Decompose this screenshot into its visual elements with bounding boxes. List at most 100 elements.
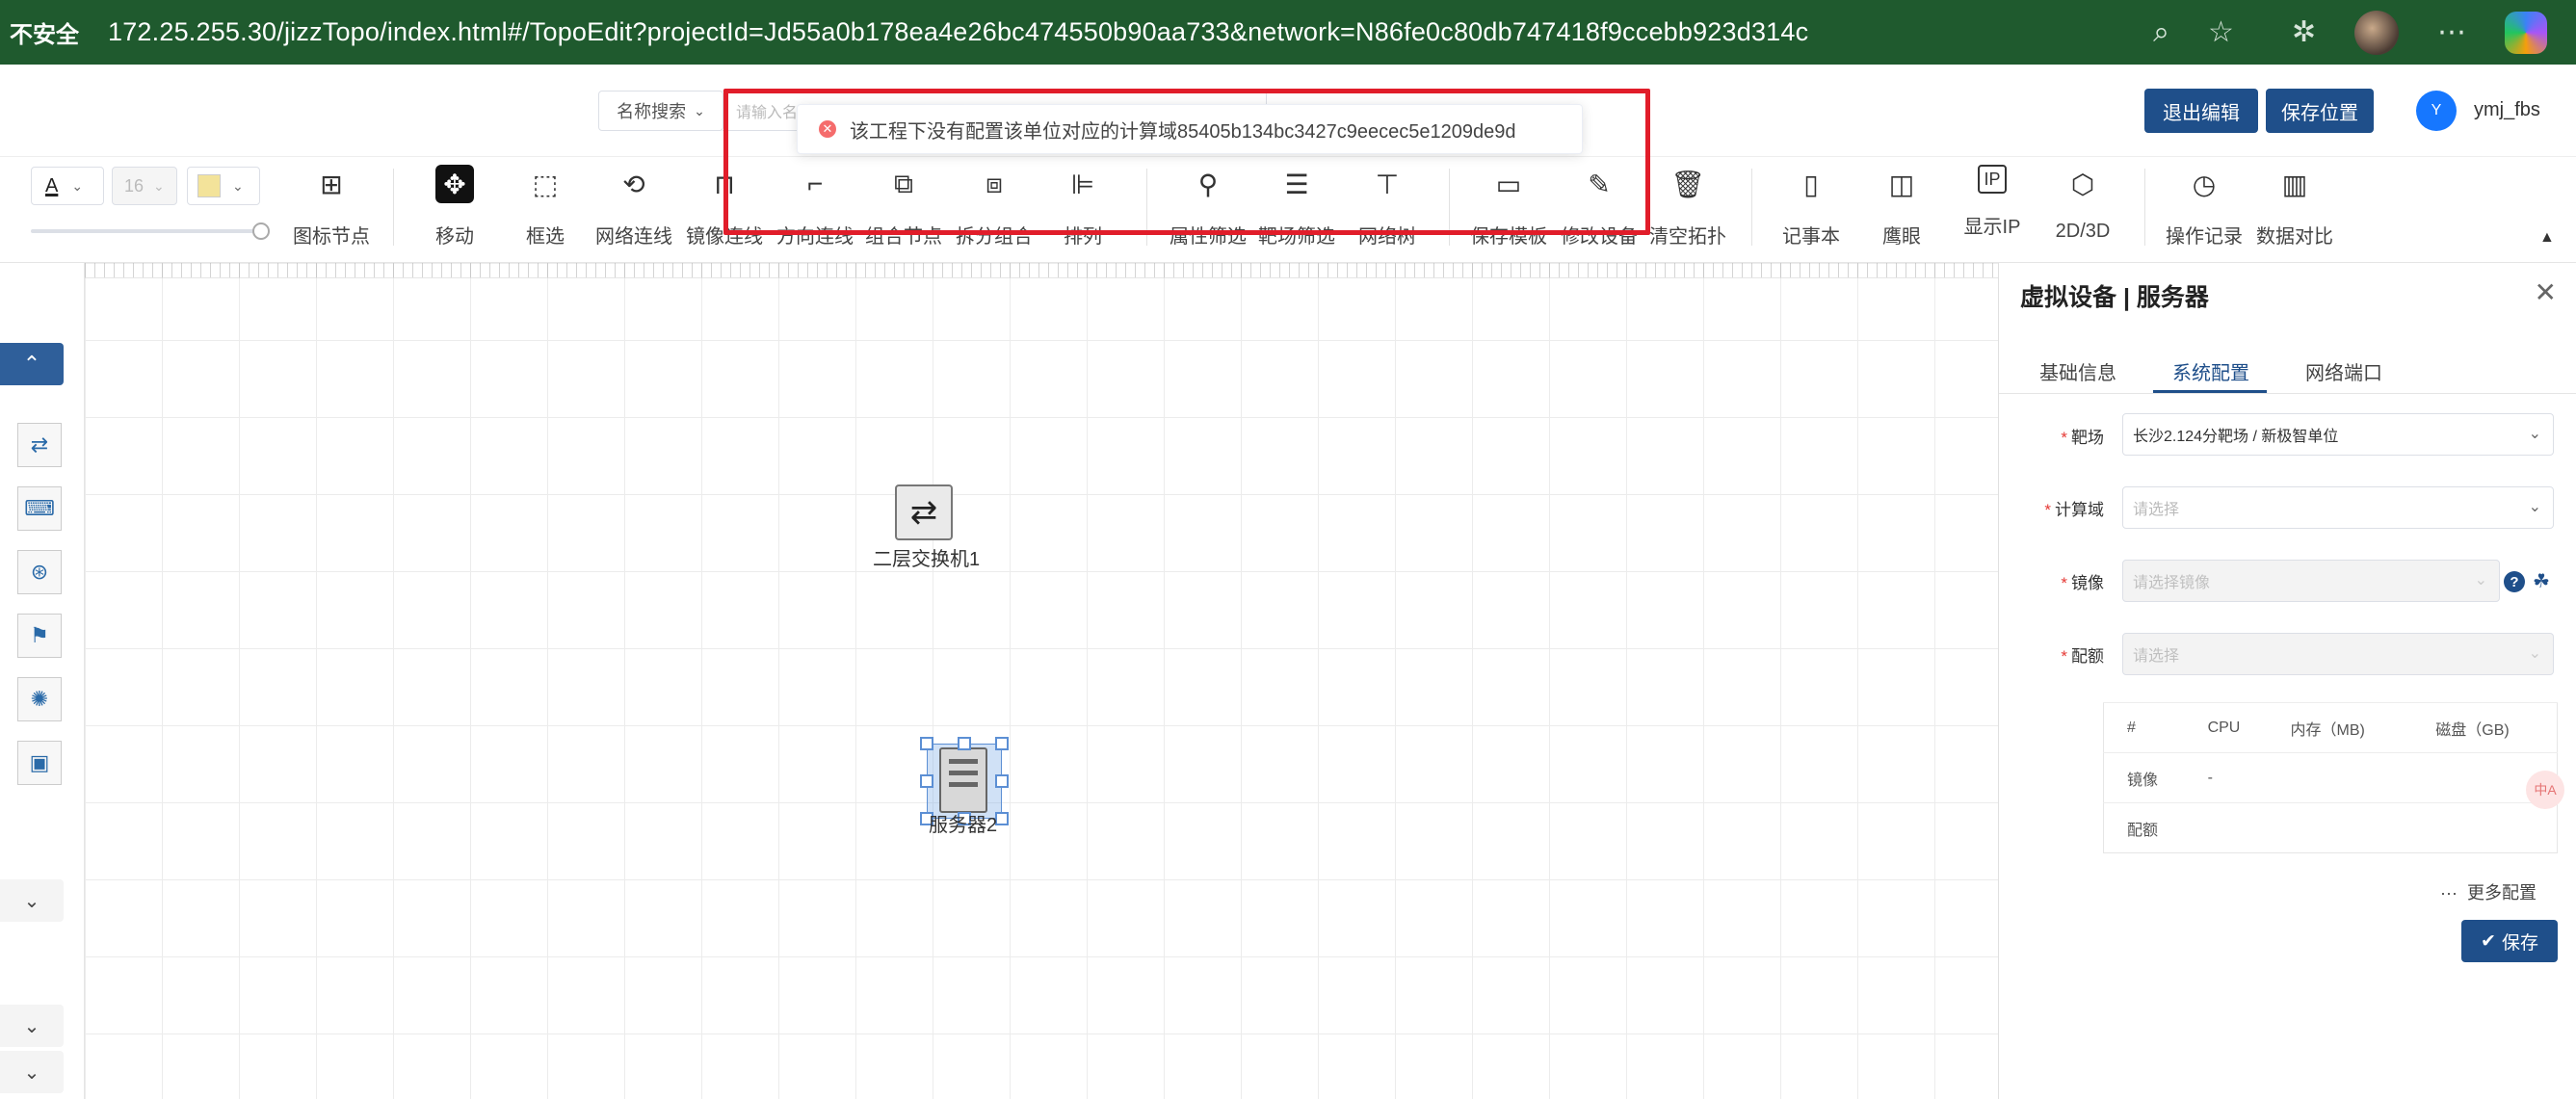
avatar[interactable]: Y <box>2416 91 2457 131</box>
quota-field-label: * 配额 <box>2061 642 2104 667</box>
insecure-badge[interactable]: 不安全 <box>10 15 79 49</box>
search-type-select[interactable]: 名称搜索 ⌄ <box>598 91 723 131</box>
chevron-down-icon: ⌄ <box>2474 572 2487 589</box>
tool-network-link[interactable]: ⟲ 网络连线 <box>590 165 678 249</box>
font-size-value: 16 <box>124 175 145 196</box>
rail-section-toggle[interactable]: ⌄ <box>0 1051 64 1093</box>
router-device-icon[interactable]: ⊛ <box>17 550 62 594</box>
notepad-icon: ▯ <box>1803 169 1819 199</box>
image-field-label: * 镜像 <box>2061 569 2104 593</box>
fill-color-select[interactable]: ⌄ <box>187 167 260 205</box>
tool-label: 网络连线 <box>595 226 672 248</box>
save-position-button[interactable]: 保存位置 <box>2266 89 2374 133</box>
favorite-star-icon[interactable]: ☆ <box>2208 15 2234 49</box>
tool-icon-node[interactable]: ⊞ 图标节点 <box>287 165 376 249</box>
tab-network-ports[interactable]: 网络端口 <box>2305 357 2382 385</box>
fill-color-swatch <box>197 174 221 197</box>
toolbar-divider <box>2144 169 2145 246</box>
panel-save-button[interactable]: ✔ 保存 <box>2461 920 2558 962</box>
chevron-down-icon: ⌄ <box>694 102 705 118</box>
zoom-slider-handle[interactable] <box>252 222 270 240</box>
cluster-icon[interactable]: ☘ <box>2533 569 2550 593</box>
exit-edit-button[interactable]: 退出编辑 <box>2144 89 2258 133</box>
tool-data-compare[interactable]: ▥ 数据对比 <box>2250 165 2339 249</box>
more-config-link[interactable]: ··· 更多配置 <box>2440 879 2537 904</box>
move-icon: ✥ <box>435 165 474 203</box>
tool-label: 2D/3D <box>2055 221 2111 242</box>
font-size-select[interactable]: 16 ⌄ <box>112 167 177 205</box>
tool-2d-3d[interactable]: ⬡ 2D/3D <box>2038 165 2127 243</box>
highlight-annotation-box <box>723 89 1650 235</box>
search-type-label: 名称搜索 <box>617 102 687 121</box>
tool-show-ip[interactable]: IP 显示IP <box>1948 165 2037 239</box>
copilot-icon[interactable] <box>2505 11 2547 54</box>
rail-section-toggle[interactable]: ⌄ <box>0 1005 64 1047</box>
image-label-text: 镜像 <box>2071 574 2104 592</box>
left-device-rail: ⌃ ⇄ ⌨ ⊛ ⚑ ✺ ▣ ⌄ ⌄ ⌄ <box>0 263 85 1099</box>
switch-node[interactable]: ⇄ <box>895 484 953 540</box>
server-slot <box>949 771 978 775</box>
profile-avatar[interactable] <box>2354 10 2399 55</box>
toolbar-divider <box>1751 169 1752 246</box>
font-color-select[interactable]: A ⌄ <box>31 167 104 205</box>
resource-spec-table: # CPU 内存（MB) 磁盘（GB) 镜像 - 配额 <box>2103 702 2558 853</box>
save-button-label: 保存 <box>2501 932 2538 954</box>
rail-collapse-up-button[interactable]: ⌃ <box>0 343 64 385</box>
table-header: 磁盘（GB) <box>2412 702 2558 753</box>
url-field[interactable]: 172.25.255.30/jizzTopo/index.html#/TopoE… <box>108 17 1808 47</box>
resize-handle[interactable] <box>995 774 1009 788</box>
tool-move[interactable]: ✥ 移动 <box>410 165 499 249</box>
required-mark: * <box>2044 501 2051 519</box>
chevron-down-icon: ⌄ <box>2528 426 2541 442</box>
switch-icon: ⇄ <box>909 494 938 531</box>
compute-domain-select[interactable]: 请选择 ⌄ <box>2122 486 2554 529</box>
resize-handle[interactable] <box>958 737 971 750</box>
help-icon[interactable]: ? <box>2504 571 2525 592</box>
close-icon[interactable]: ✕ <box>2535 276 2557 308</box>
box-select-icon: ⬚ <box>532 169 559 199</box>
tab-basic-info[interactable]: 基础信息 <box>2039 357 2116 385</box>
chevron-down-icon: ⌄ <box>153 177 165 194</box>
resize-handle[interactable] <box>920 774 933 788</box>
more-dots-icon: ··· <box>2440 883 2458 903</box>
tool-operation-log[interactable]: ◷ 操作记录 <box>2160 165 2248 249</box>
cloud-network-icon[interactable]: ✺ <box>17 677 62 721</box>
tool-box-select[interactable]: ⬚ 框选 <box>501 165 590 249</box>
chevron-down-icon: ⌄ <box>2528 499 2541 515</box>
compute-domain-placeholder: 请选择 <box>2133 502 2180 518</box>
toolbar-collapse-icon[interactable]: ▲ <box>2539 229 2555 247</box>
active-tab-indicator <box>2153 390 2267 393</box>
workstation-device-icon[interactable]: ⌨ <box>17 486 62 531</box>
tool-clear-topology[interactable]: 🗑 清空拓扑 <box>1643 165 1732 249</box>
table-cell <box>2184 802 2268 853</box>
tab-system-config[interactable]: 系统配置 <box>2172 357 2249 385</box>
more-menu-icon[interactable]: ⋯ <box>2437 15 2466 49</box>
compare-chart-icon: ▥ <box>2281 169 2308 199</box>
zoom-slider-track[interactable] <box>31 229 262 233</box>
zoom-icon[interactable]: ⌕ <box>2153 16 2169 49</box>
mcu-device-icon[interactable]: ▣ <box>17 741 62 785</box>
image-select[interactable]: 请选择镜像 ⌄ <box>2122 560 2500 602</box>
translate-float-button[interactable]: 中A <box>2526 771 2564 809</box>
tool-label: 移动 <box>435 226 474 248</box>
tool-label: 图标节点 <box>293 226 370 248</box>
flag-device-icon[interactable]: ⚑ <box>17 614 62 658</box>
resize-handle[interactable] <box>995 737 1009 750</box>
quota-select[interactable]: 请选择 ⌄ <box>2122 633 2554 675</box>
tool-label: 鹰眼 <box>1882 226 1921 248</box>
topology-canvas[interactable] <box>85 263 1998 1099</box>
switch-device-icon[interactable]: ⇄ <box>17 423 62 467</box>
resize-handle[interactable] <box>920 737 933 750</box>
server-node[interactable] <box>939 747 987 813</box>
username[interactable]: ymj_fbs <box>2474 99 2540 121</box>
tool-eagle-eye[interactable]: ◫ 鹰眼 <box>1857 165 1946 249</box>
table-row: 镜像 - <box>2103 752 2558 803</box>
rail-section-toggle[interactable]: ⌄ <box>0 879 64 922</box>
extensions-icon[interactable]: ✲ <box>2292 15 2316 49</box>
browser-address-bar: 不安全 172.25.255.30/jizzTopo/index.html#/T… <box>0 0 2576 65</box>
required-mark: * <box>2061 574 2067 592</box>
tool-notepad[interactable]: ▯ 记事本 <box>1767 165 1855 249</box>
trash-icon: 🗑 <box>1670 169 1705 199</box>
font-color-icon: A <box>45 174 59 196</box>
range-select[interactable]: 长沙2.124分靶场 / 新极智单位 ⌄ <box>2122 413 2554 456</box>
